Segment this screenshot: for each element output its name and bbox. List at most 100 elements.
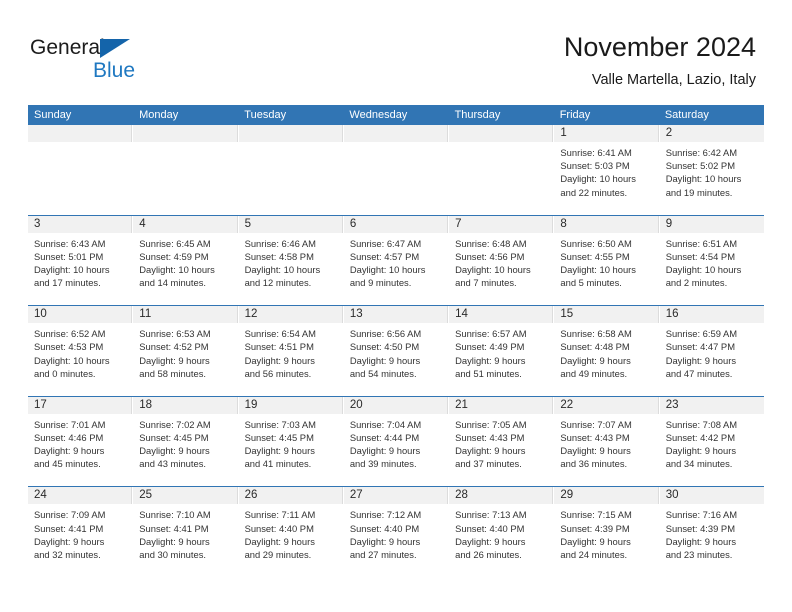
sunrise-text: Sunrise: 7:08 AM	[665, 418, 738, 430]
day-number: 8	[554, 215, 659, 233]
daylight-text-line1: Daylight: 9 hours	[560, 535, 631, 547]
sunrise-text: Sunrise: 7:11 AM	[244, 509, 316, 521]
day-cell: 17 Sunrise: 7:01 AM Sunset: 4:46 PM Dayl…	[28, 396, 134, 487]
day-details: Sunrise: 7:10 AM Sunset: 4:41 PM Dayligh…	[133, 504, 237, 561]
day-number: 10	[28, 306, 133, 324]
sunset-text: Sunset: 4:43 PM	[455, 431, 525, 443]
sunrise-text: Sunrise: 7:01 AM	[34, 418, 106, 430]
day-number: 1	[554, 125, 659, 142]
daylight-text-line2: and 5 minutes.	[560, 277, 622, 289]
sunset-text: Sunset: 4:40 PM	[244, 522, 314, 534]
sunset-text: Sunset: 4:57 PM	[349, 250, 420, 262]
daylight-text-line2: and 37 minutes.	[455, 458, 522, 470]
day-cell: 6 Sunrise: 6:47 AM Sunset: 4:57 PM Dayli…	[343, 215, 450, 306]
day-details: Sunrise: 6:43 AM Sunset: 5:01 PM Dayligh…	[28, 233, 132, 290]
daylight-text-line2: and 26 minutes.	[455, 548, 522, 560]
daylight-text-line1: Daylight: 9 hours	[349, 535, 421, 547]
daylight-text-line2: and 39 minutes.	[349, 458, 417, 470]
sunrise-text: Sunrise: 6:53 AM	[139, 328, 211, 340]
day-number: 12	[238, 306, 343, 324]
sunset-text: Sunset: 4:39 PM	[560, 522, 630, 534]
sunset-text: Sunset: 4:49 PM	[455, 341, 525, 353]
day-details: Sunrise: 7:04 AM Sunset: 4:44 PM Dayligh…	[344, 414, 448, 471]
day-cell	[238, 125, 344, 215]
sunrise-text: Sunrise: 7:16 AM	[665, 509, 738, 521]
daylight-text-line1: Daylight: 10 hours	[560, 264, 636, 275]
day-details: Sunrise: 6:50 AM Sunset: 4:55 PM Dayligh…	[554, 233, 658, 290]
sunset-text: Sunset: 4:54 PM	[665, 250, 735, 262]
sunset-text: Sunset: 4:51 PM	[244, 341, 314, 353]
daylight-text-line1: Daylight: 9 hours	[665, 445, 737, 457]
day-cell: 25 Sunrise: 7:10 AM Sunset: 4:41 PM Dayl…	[133, 487, 239, 577]
daylight-text-line1: Daylight: 9 hours	[455, 354, 526, 366]
sunrise-text: Sunrise: 7:13 AM	[455, 509, 527, 521]
day-details: Sunrise: 7:05 AM Sunset: 4:43 PM Dayligh…	[449, 414, 553, 471]
sunrise-text: Sunrise: 6:59 AM	[665, 328, 738, 340]
daylight-text-line1: Daylight: 9 hours	[560, 354, 631, 366]
brand-triangle-icon	[100, 39, 130, 58]
day-details: Sunrise: 7:16 AM Sunset: 4:39 PM Dayligh…	[660, 504, 764, 561]
sunrise-text: Sunrise: 7:09 AM	[34, 509, 106, 521]
day-number	[238, 125, 343, 142]
sunrise-text: Sunrise: 6:56 AM	[349, 328, 422, 340]
sunrise-text: Sunrise: 6:42 AM	[665, 147, 738, 158]
sunrise-text: Sunrise: 6:45 AM	[139, 237, 211, 249]
day-number: 3	[28, 215, 133, 233]
day-cell: 24 Sunrise: 7:09 AM Sunset: 4:41 PM Dayl…	[28, 487, 134, 577]
sunrise-text: Sunrise: 6:46 AM	[244, 237, 316, 249]
title-block: November 2024 Valle Martella, Lazio, Ita…	[564, 30, 756, 91]
sunrise-text: Sunrise: 7:15 AM	[560, 509, 632, 521]
day-number	[449, 125, 554, 142]
daylight-text-line1: Daylight: 9 hours	[139, 354, 210, 366]
daylight-text-line1: Daylight: 9 hours	[139, 535, 210, 547]
day-number: 29	[554, 487, 659, 505]
week-row: 10 Sunrise: 6:52 AM Sunset: 4:53 PM Dayl…	[28, 305, 764, 396]
day-number: 23	[659, 396, 764, 414]
daylight-text-line1: Daylight: 10 hours	[665, 264, 742, 275]
sunset-text: Sunset: 4:59 PM	[139, 250, 209, 262]
sunrise-text: Sunrise: 7:02 AM	[139, 418, 211, 430]
daylight-text-line1: Daylight: 9 hours	[665, 354, 737, 366]
day-number: 7	[449, 215, 554, 233]
day-cell: 18 Sunrise: 7:02 AM Sunset: 4:45 PM Dayl…	[133, 396, 239, 487]
day-number	[343, 125, 449, 142]
daylight-text-line1: Daylight: 9 hours	[244, 535, 315, 547]
day-cell: 16 Sunrise: 6:59 AM Sunset: 4:47 PM Dayl…	[659, 306, 764, 396]
day-cell: 26 Sunrise: 7:11 AM Sunset: 4:40 PM Dayl…	[238, 487, 344, 577]
sunset-text: Sunset: 4:41 PM	[34, 522, 104, 534]
sunrise-text: Sunrise: 7:10 AM	[139, 509, 211, 521]
daylight-text-line2: and 23 minutes.	[665, 548, 733, 560]
daylight-text-line2: and 41 minutes.	[244, 458, 312, 470]
day-cell: 2 Sunrise: 6:42 AM Sunset: 5:02 PM Dayli…	[659, 125, 764, 215]
daylight-text-line1: Daylight: 9 hours	[244, 445, 315, 457]
day-details: Sunrise: 7:02 AM Sunset: 4:45 PM Dayligh…	[133, 414, 237, 471]
daylight-text-line2: and 17 minutes.	[34, 277, 101, 289]
daylight-text-line2: and 51 minutes.	[455, 367, 522, 379]
daylight-text-line2: and 9 minutes.	[349, 277, 412, 289]
day-cell: 28 Sunrise: 7:13 AM Sunset: 4:40 PM Dayl…	[449, 487, 555, 577]
sunset-text: Sunset: 4:55 PM	[560, 250, 630, 262]
daylight-text-line1: Daylight: 10 hours	[34, 264, 110, 275]
daylight-text-line1: Daylight: 9 hours	[455, 535, 526, 547]
sunrise-text: Sunrise: 7:07 AM	[560, 418, 632, 430]
day-number: 28	[449, 487, 554, 505]
daylight-text-line2: and 58 minutes.	[139, 367, 206, 379]
daylight-text-line2: and 36 minutes.	[560, 458, 628, 470]
daylight-text-line1: Daylight: 10 hours	[349, 264, 426, 275]
sunrise-text: Sunrise: 6:58 AM	[560, 328, 632, 340]
sunrise-text: Sunrise: 7:04 AM	[349, 418, 422, 430]
day-details: Sunrise: 6:52 AM Sunset: 4:53 PM Dayligh…	[28, 323, 132, 380]
daylight-text-line2: and 30 minutes.	[139, 548, 206, 560]
day-cell: 12 Sunrise: 6:54 AM Sunset: 4:51 PM Dayl…	[238, 306, 344, 396]
sunrise-text: Sunrise: 6:51 AM	[665, 237, 738, 249]
daylight-text-line2: and 12 minutes.	[244, 277, 312, 289]
sunset-text: Sunset: 4:43 PM	[560, 431, 630, 443]
sunset-text: Sunset: 4:47 PM	[665, 341, 735, 353]
day-number: 4	[133, 215, 238, 233]
brand-logo: General Blue	[30, 36, 230, 86]
day-details: Sunrise: 6:53 AM Sunset: 4:52 PM Dayligh…	[133, 323, 237, 380]
daylight-text-line2: and 19 minutes.	[665, 186, 733, 198]
sunset-text: Sunset: 4:39 PM	[665, 522, 735, 534]
day-number: 24	[28, 487, 133, 505]
daylight-text-line2: and 56 minutes.	[244, 367, 312, 379]
